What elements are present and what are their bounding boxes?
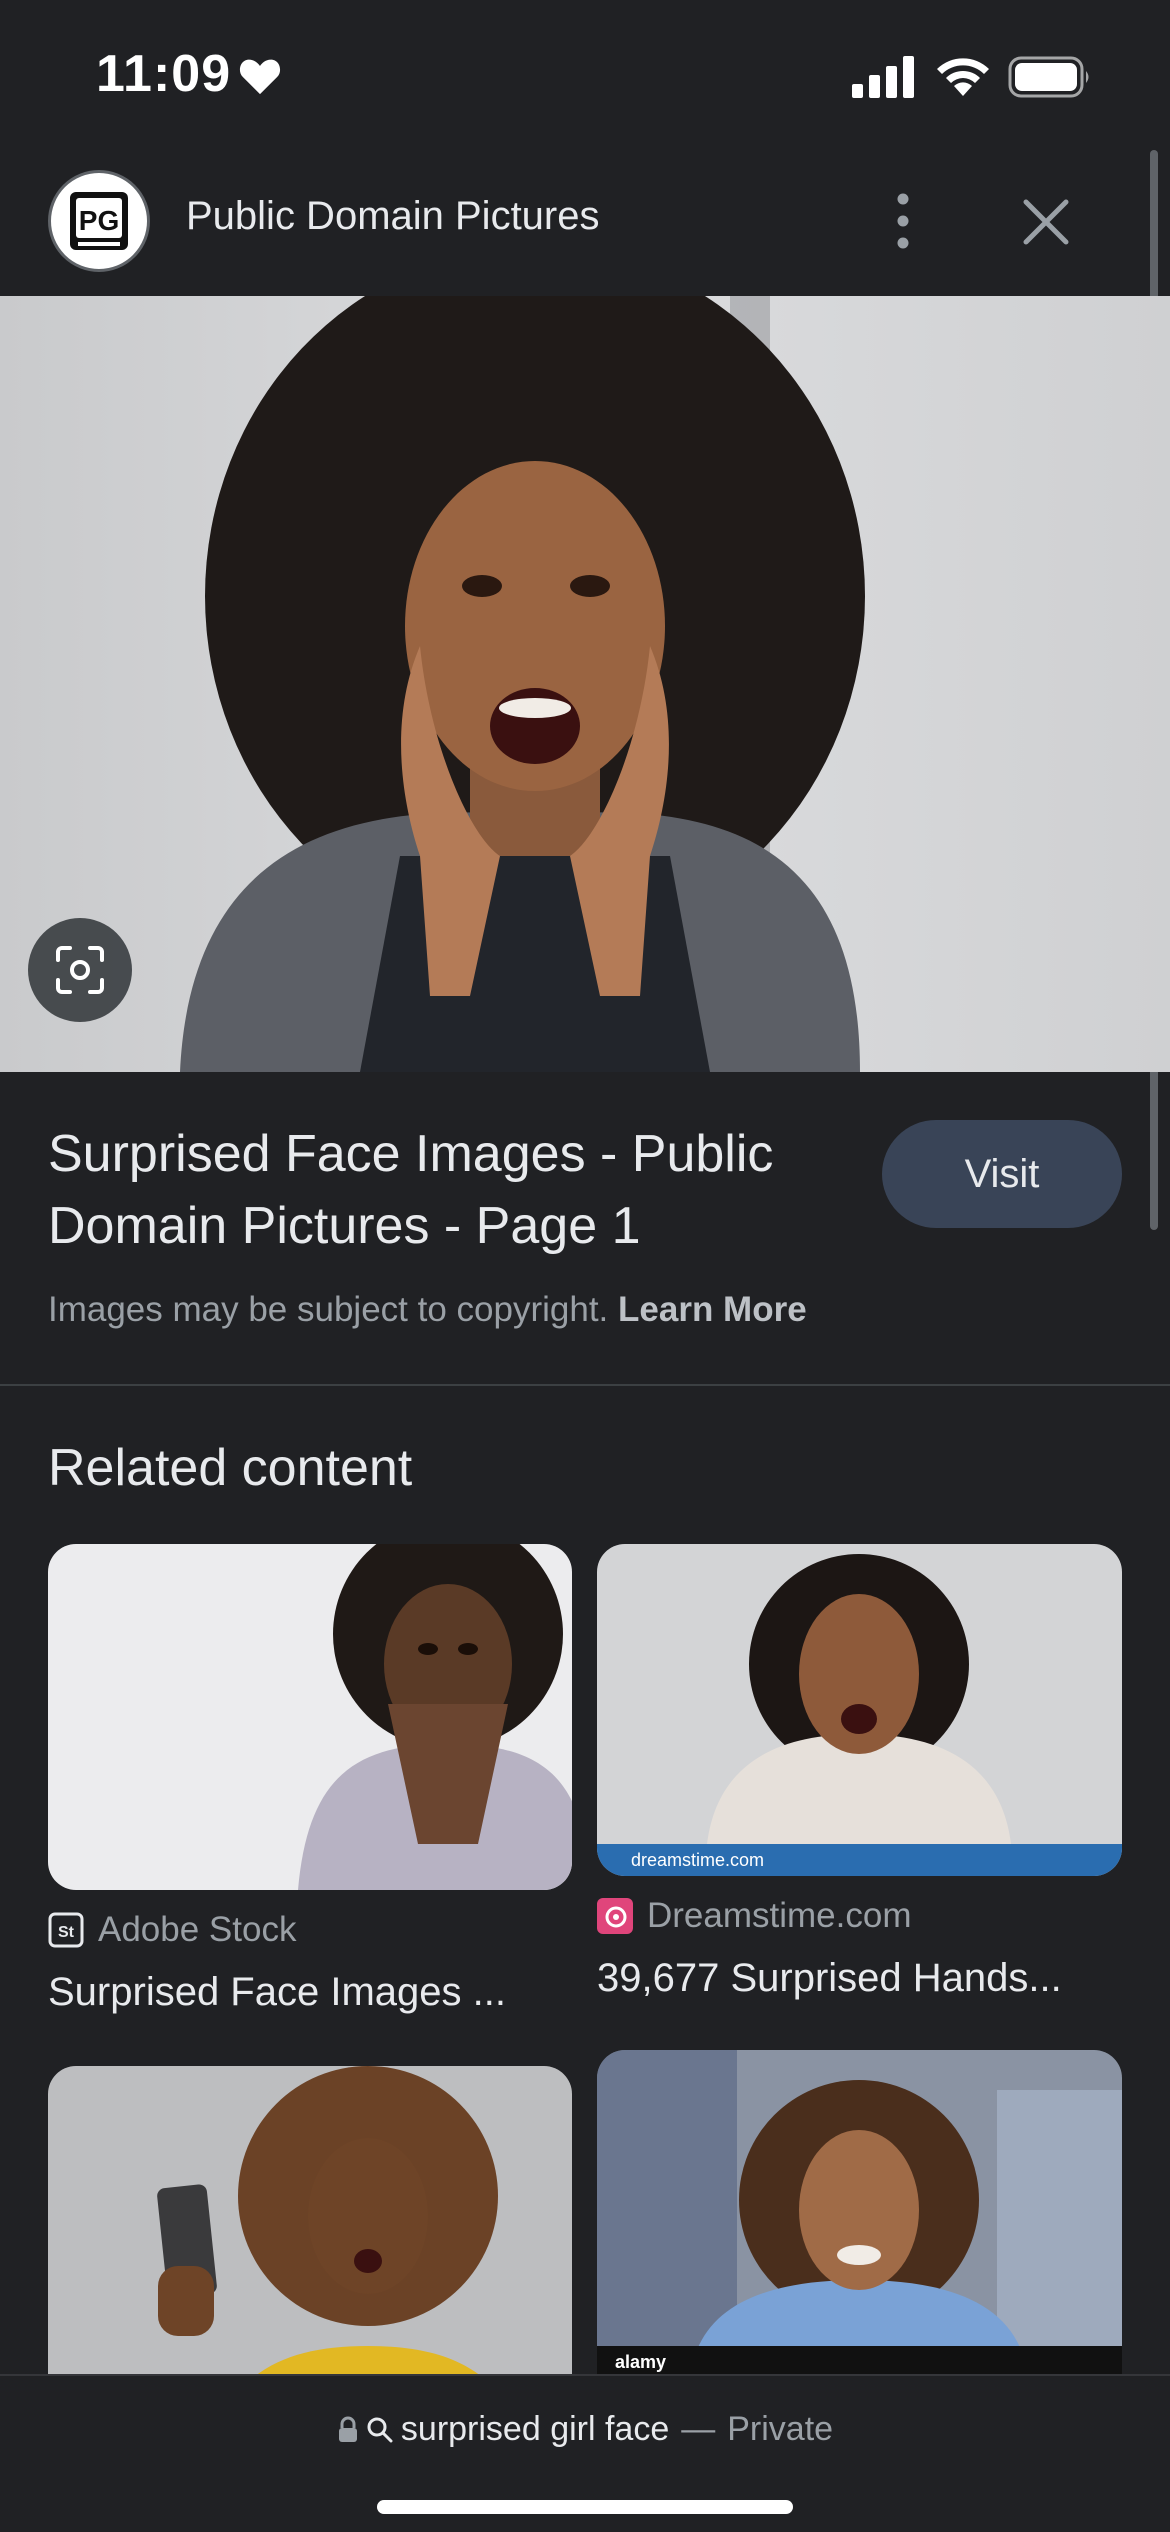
lens-search-button[interactable] xyxy=(28,918,132,1022)
search-icon xyxy=(367,2417,393,2442)
related-source-2: Dreamstime.com xyxy=(597,1896,911,1936)
related-title-1[interactable]: Surprised Face Images ... xyxy=(48,1970,572,2015)
adobe-stock-icon: St xyxy=(48,1912,84,1948)
status-time: 11:09 xyxy=(96,45,232,103)
svg-text:alamy: alamy xyxy=(615,2352,666,2372)
copyright-notice: Images may be subject to copyright. Lear… xyxy=(48,1290,807,1330)
heart-icon xyxy=(239,59,281,95)
search-query: surprised girl face xyxy=(400,2410,670,2448)
related-source-1: St Adobe Stock xyxy=(48,1910,296,1950)
wifi-icon xyxy=(937,58,989,96)
page: { "status_bar": { "time": "11:09", "icon… xyxy=(0,0,1170,2532)
copyright-text: Images may be subject to copyright. xyxy=(48,1290,609,1329)
svg-text:PG: PG xyxy=(79,205,119,236)
close-icon[interactable] xyxy=(1018,194,1074,250)
related-photo-1 xyxy=(48,1544,572,1890)
lens-search-icon xyxy=(56,946,104,994)
related-photo-2: dreamstime.com xyxy=(597,1544,1122,1876)
related-card-image-2[interactable]: dreamstime.com xyxy=(597,1544,1122,1876)
cellular-signal-icon xyxy=(852,56,914,98)
status-bar: 11:09 xyxy=(0,0,1170,150)
related-content-heading: Related content xyxy=(48,1439,413,1497)
site-logo-icon: PG xyxy=(70,192,128,250)
dreamstime-icon xyxy=(597,1898,633,1934)
surprised-woman-photo xyxy=(0,296,1170,1072)
private-dash: — xyxy=(681,2410,716,2448)
divider xyxy=(0,1384,1170,1386)
home-indicator[interactable] xyxy=(377,2500,793,2514)
battery-icon xyxy=(1008,56,1089,98)
main-image[interactable] xyxy=(0,296,1170,1072)
url-display[interactable]: surprised girl face — Private xyxy=(0,2410,1170,2449)
related-source-label-1: Adobe Stock xyxy=(98,1910,297,1949)
private-mode-label: Private xyxy=(727,2410,834,2448)
lock-icon xyxy=(338,2416,357,2442)
viewer-header: PG Public Domain Pictures xyxy=(0,150,1170,296)
related-card-image-1[interactable] xyxy=(48,1544,572,1890)
related-title-2[interactable]: 39,677 Surprised Hands... xyxy=(597,1956,1122,2001)
related-source-label-2: Dreamstime.com xyxy=(647,1896,912,1935)
visit-button[interactable]: Visit xyxy=(882,1120,1122,1228)
result-title[interactable]: Surprised Face Images - Public Domain Pi… xyxy=(48,1118,848,1262)
result-title-line2: Domain Pictures - Page 1 xyxy=(48,1197,641,1255)
learn-more-link[interactable]: Learn More xyxy=(618,1290,807,1329)
site-name[interactable]: Public Domain Pictures xyxy=(186,194,600,239)
more-vert-icon[interactable] xyxy=(878,190,928,252)
result-title-line1: Surprised Face Images - Public xyxy=(48,1125,774,1183)
site-logo[interactable]: PG xyxy=(48,170,150,272)
svg-text:St: St xyxy=(58,1924,75,1941)
svg-text:dreamstime.com: dreamstime.com xyxy=(631,1850,764,1870)
